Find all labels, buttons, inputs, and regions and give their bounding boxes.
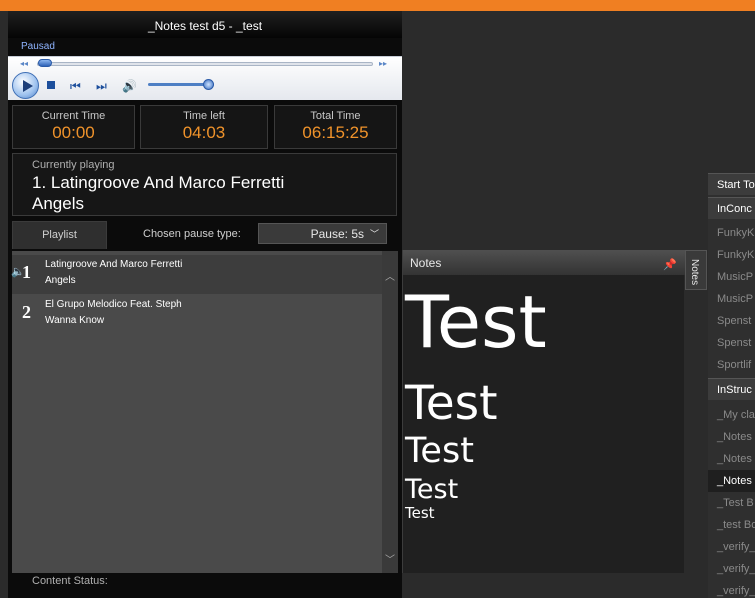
stop-button[interactable] xyxy=(47,81,55,89)
current-time-value: 00:00 xyxy=(52,123,95,142)
chevron-down-icon: ﹀ xyxy=(369,229,379,239)
time-left-value: 04:03 xyxy=(182,123,226,142)
total-time-label: Total Time xyxy=(310,110,361,122)
list-item[interactable]: FunkyK xyxy=(717,249,754,261)
list-item[interactable]: _Notes xyxy=(717,453,752,465)
seek-bar[interactable] xyxy=(37,62,373,66)
list-item[interactable]: Sportlif xyxy=(717,359,751,371)
pause-type-label: Chosen pause type: xyxy=(143,228,241,240)
list-item[interactable]: MusicP xyxy=(717,271,753,283)
player-status: Pausad xyxy=(21,41,55,52)
track-artist: El Grupo Melodico Feat. Steph xyxy=(45,299,182,310)
window-title: _Notes test d5 - _test xyxy=(8,11,402,38)
fast-forward-icon[interactable]: ▸▸ xyxy=(379,59,387,68)
notes-header: Notes 📌 xyxy=(403,250,685,275)
pause-type-select[interactable]: Pause: 5s ﹀ xyxy=(258,223,387,244)
group-header-instruc[interactable]: InStruc xyxy=(708,378,755,400)
notes-panel: Notes 📌 Test Test Test Test Test xyxy=(402,250,685,573)
currently-playing-title: Angels xyxy=(32,194,84,213)
playlist-row[interactable]: 🔈 1 Latingroove And Marco Ferretti Angel… xyxy=(11,255,382,294)
notes-side-tab-label: Notes xyxy=(689,259,700,286)
playlist-row[interactable]: 2 El Grupo Melodico Feat. Steph Wanna Kn… xyxy=(12,296,382,335)
time-left-box: Time left 04:03 xyxy=(140,105,268,149)
currently-playing-label: Currently playing xyxy=(32,159,115,171)
scroll-up-icon[interactable]: ︿ xyxy=(385,268,395,283)
playlist-scrollbar[interactable]: ︿ ﹀ xyxy=(382,251,398,573)
previous-button[interactable]: ⏮ xyxy=(70,79,81,94)
volume-icon[interactable]: 🔊 xyxy=(122,79,137,93)
pause-type-value: Pause: 5s xyxy=(310,227,364,241)
list-item-selected[interactable]: _Notes xyxy=(717,475,752,487)
play-button[interactable] xyxy=(12,72,39,99)
currently-playing-track: 1. Latingroove And Marco Ferretti xyxy=(32,173,285,192)
notes-side-tab[interactable]: Notes xyxy=(685,250,707,290)
seek-thumb[interactable] xyxy=(38,59,52,67)
player-window: _Notes test d5 - _test Pausad ◂◂ ▸▸ ⏮ ⏭ … xyxy=(8,11,402,598)
list-item[interactable]: Spenst xyxy=(717,315,751,327)
list-item[interactable]: _verify_ xyxy=(717,585,755,597)
current-time-box: Current Time 00:00 xyxy=(12,105,135,149)
list-item[interactable]: _Notes xyxy=(717,431,752,443)
current-time-label: Current Time xyxy=(41,110,106,122)
list-item[interactable]: _Test B xyxy=(717,497,754,509)
next-button[interactable]: ⏭ xyxy=(96,79,107,94)
playlist: 🔈 1 Latingroove And Marco Ferretti Angel… xyxy=(11,251,382,573)
start-button[interactable]: Start To xyxy=(708,173,755,195)
track-artist: Latingroove And Marco Ferretti xyxy=(45,259,183,270)
tab-playlist[interactable]: Playlist xyxy=(12,221,107,249)
group-header-inconc[interactable]: InConc xyxy=(708,197,755,219)
note-line: Test xyxy=(405,376,498,431)
top-accent-bar xyxy=(0,0,755,11)
time-left-label: Time left xyxy=(183,110,225,122)
total-time-value: 06:15:25 xyxy=(302,123,369,142)
list-item[interactable]: MusicP xyxy=(717,293,753,305)
note-line: Test xyxy=(405,504,435,522)
note-line: Test xyxy=(405,474,459,505)
total-time-box: Total Time 06:15:25 xyxy=(274,105,397,149)
right-panel: Start To InConc FunkyK FunkyK MusicP Mus… xyxy=(708,173,755,598)
notes-title: Notes xyxy=(410,256,442,270)
track-title: Wanna Know xyxy=(45,315,105,326)
media-controls: ◂◂ ▸▸ ⏮ ⏭ 🔊 xyxy=(8,56,402,100)
list-item[interactable]: FunkyK xyxy=(717,227,754,239)
volume-thumb[interactable] xyxy=(203,79,214,90)
track-number: 2 xyxy=(22,302,31,322)
list-item[interactable]: _verify_ xyxy=(717,563,755,575)
note-line: Test xyxy=(405,280,547,364)
track-number: 1 xyxy=(22,262,31,282)
list-item[interactable]: _My cla xyxy=(717,409,755,421)
list-item[interactable]: Spenst xyxy=(717,337,751,349)
list-item[interactable]: _test Bo xyxy=(717,519,755,531)
note-line: Test xyxy=(405,431,474,471)
track-title: Angels xyxy=(45,275,76,286)
scroll-down-icon[interactable]: ﹀ xyxy=(385,551,395,566)
rewind-icon[interactable]: ◂◂ xyxy=(20,59,28,68)
pin-icon[interactable]: 📌 xyxy=(663,252,677,278)
list-item[interactable]: _verify_ xyxy=(717,541,755,553)
currently-playing-box: Currently playing 1. Latingroove And Mar… xyxy=(12,153,397,216)
content-status: Content Status: xyxy=(32,575,108,587)
